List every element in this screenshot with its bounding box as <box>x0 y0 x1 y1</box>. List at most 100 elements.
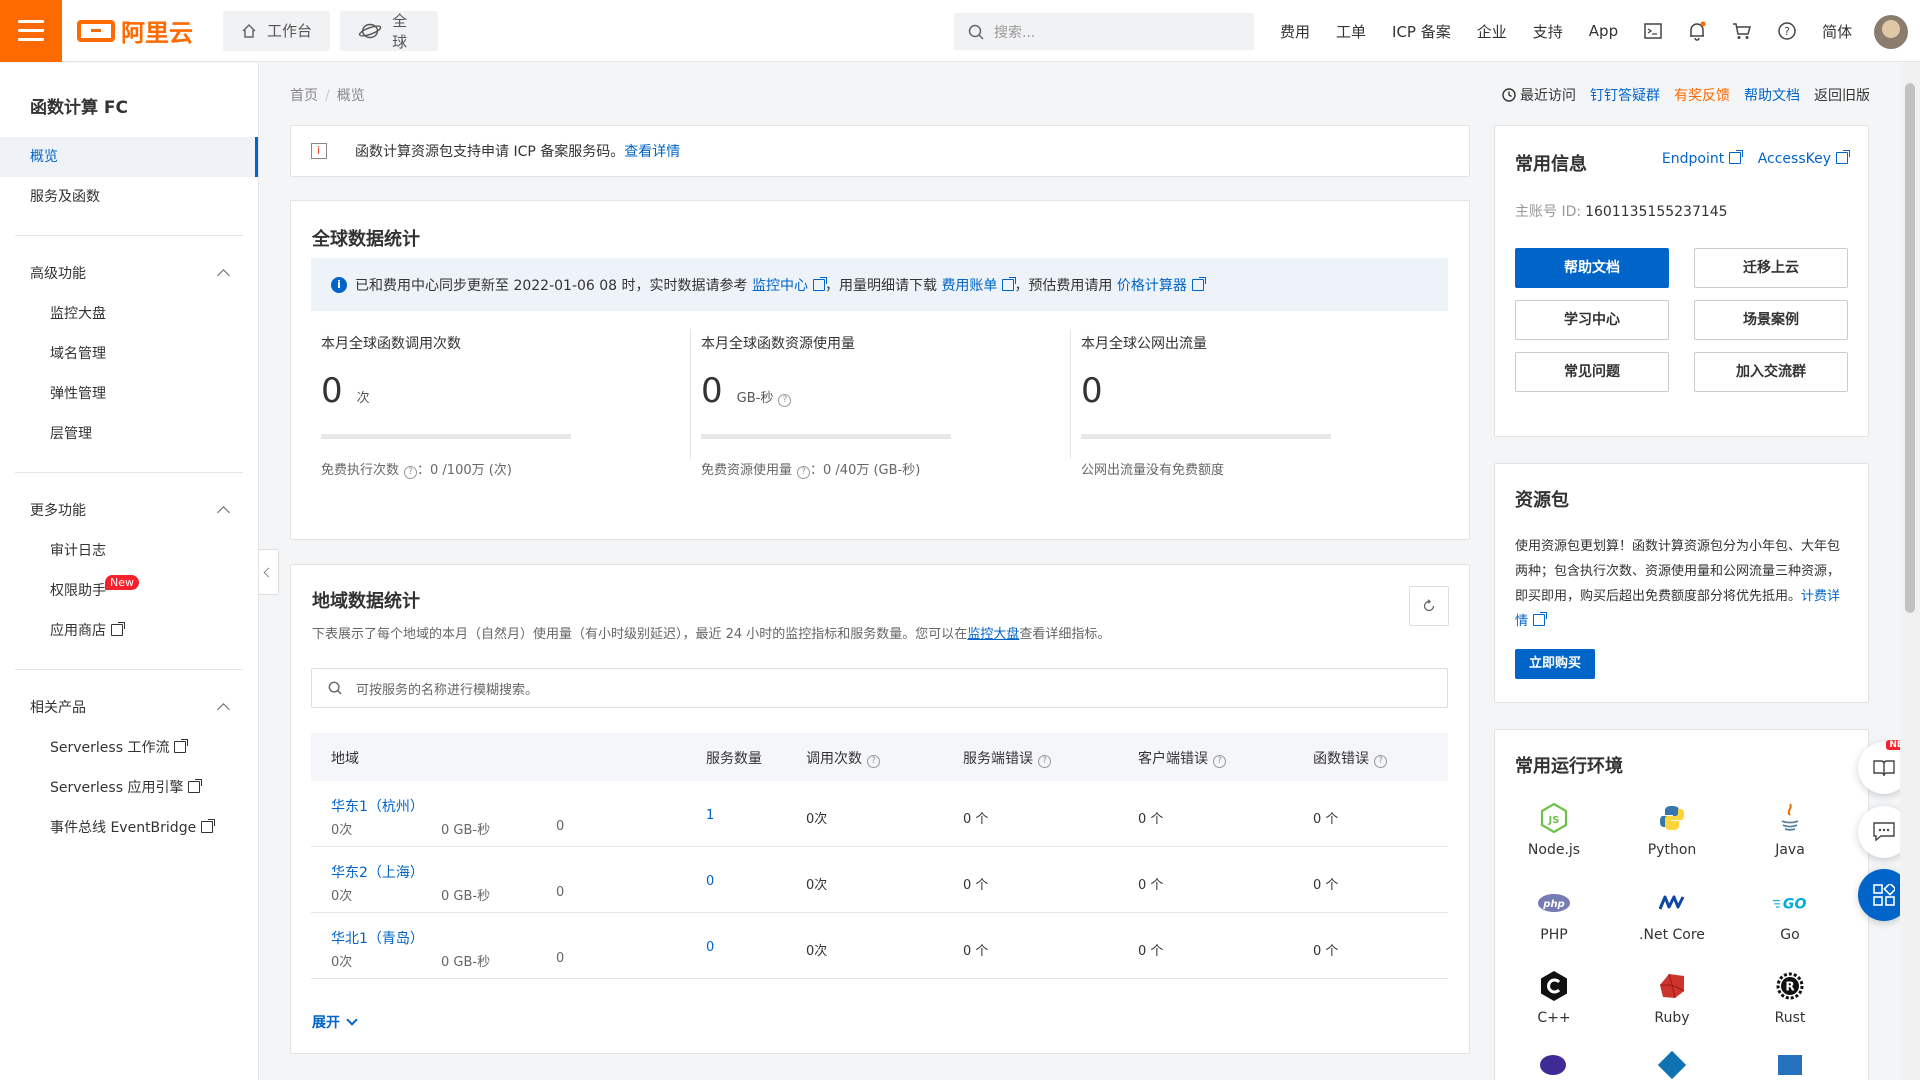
info-text: ，预估费用请用 <box>1014 277 1113 294</box>
scrollbar-thumb[interactable] <box>1905 83 1915 613</box>
workbench-button[interactable]: 工作台 <box>223 10 331 51</box>
collapse-sidebar-button[interactable] <box>259 549 279 595</box>
sidebar-item-appstore[interactable]: 应用商店 <box>0 611 258 651</box>
migrate-button[interactable]: 迁移上云 <box>1694 248 1848 288</box>
bell-icon[interactable] <box>1688 21 1706 41</box>
service-count-link[interactable]: 1 <box>706 808 714 823</box>
price-calculator-link[interactable]: 价格计算器 <box>1117 275 1187 295</box>
help-icon[interactable]: ? <box>1038 755 1051 768</box>
runtime-php[interactable]: php PHP <box>1495 885 1613 943</box>
nav-app[interactable]: App <box>1589 22 1618 40</box>
endpoint-link[interactable]: Endpoint <box>1662 150 1744 167</box>
sidebar-item-overview[interactable]: 概览 <box>0 137 258 177</box>
terminal-icon[interactable] <box>1644 23 1662 39</box>
billing-link[interactable]: 费用账单 <box>941 275 997 295</box>
service-count-link[interactable]: 0 <box>706 874 714 889</box>
scenario-cases-button[interactable]: 场景案例 <box>1694 300 1848 340</box>
recent-visits[interactable]: 最近访问 <box>1502 85 1576 105</box>
runtime-python[interactable]: Python <box>1613 800 1731 858</box>
buy-now-button[interactable]: 立即购买 <box>1515 649 1596 679</box>
sidebar-item-scaling[interactable]: 弹性管理 <box>0 374 258 414</box>
php-icon: php <box>1536 885 1572 921</box>
python-icon <box>1654 800 1690 836</box>
faq-button[interactable]: 常见问题 <box>1515 352 1669 392</box>
avatar[interactable] <box>1874 15 1908 49</box>
sidebar-item-services[interactable]: 服务及函数 <box>0 177 258 217</box>
cpp-icon <box>1536 968 1572 1004</box>
help-icon[interactable]: ? <box>1778 22 1796 40</box>
breadcrumb-home[interactable]: 首页 <box>290 88 318 104</box>
runtime-nodejs[interactable]: JS Node.js <box>1495 800 1613 858</box>
docs-link[interactable]: 帮助文档 <box>1744 85 1800 105</box>
info-icon: i <box>331 276 347 293</box>
help-icon[interactable]: ? <box>404 466 418 479</box>
sidebar-item-domain[interactable]: 域名管理 <box>0 334 258 374</box>
powershell-icon <box>1778 1055 1802 1075</box>
notice-details-link[interactable]: 查看详情 <box>624 141 680 161</box>
global-search[interactable]: 搜索... <box>954 13 1254 50</box>
sidebar-item-permission[interactable]: 权限助手 New <box>0 571 258 611</box>
runtime-rust[interactable]: R Rust <box>1731 968 1849 1026</box>
runtime-dotnet[interactable]: .Net Core <box>1613 885 1731 943</box>
nav-ticket[interactable]: 工单 <box>1336 21 1366 42</box>
sidebar-item-sae[interactable]: Serverless 应用引擎 <box>0 768 258 808</box>
region-link[interactable]: 华东2（上海） <box>331 862 424 882</box>
sidebar-group-more[interactable]: 更多功能 <box>0 491 258 531</box>
sidebar-item-monitor[interactable]: 监控大盘 <box>0 294 258 334</box>
sidebar-item-eventbridge[interactable]: 事件总线 EventBridge <box>0 808 258 848</box>
runtime-more-icon <box>1540 1055 1566 1075</box>
help-icon[interactable]: ? <box>1374 755 1387 768</box>
sidebar-group-advanced[interactable]: 高级功能 <box>0 254 258 294</box>
help-icon[interactable]: ? <box>867 755 880 768</box>
sidebar-item-workflow[interactable]: Serverless 工作流 <box>0 728 258 768</box>
monitor-center-link[interactable]: 监控中心 <box>752 275 808 295</box>
expand-label: 展开 <box>312 1015 340 1031</box>
java-icon <box>1772 800 1808 836</box>
stat-egress: 本月全球公网出流量 0 公网出流量没有免费额度 <box>1061 329 1441 499</box>
runtime-java[interactable]: Java <box>1731 800 1849 858</box>
help-docs-button[interactable]: 帮助文档 <box>1515 248 1669 288</box>
service-count-link[interactable]: 0 <box>706 940 714 955</box>
monitor-dashboard-link[interactable]: 监控大盘 <box>967 627 1019 642</box>
page-scrollbar[interactable] <box>1900 63 1920 1080</box>
old-version-link[interactable]: 返回旧版 <box>1814 85 1870 105</box>
join-group-button[interactable]: 加入交流群 <box>1694 352 1848 392</box>
cart-icon[interactable] <box>1732 22 1752 40</box>
new-badge: New <box>105 575 139 590</box>
region-link[interactable]: 华东1（杭州） <box>331 796 424 816</box>
refresh-button[interactable] <box>1409 586 1449 626</box>
runtime-label: Rust <box>1774 1010 1806 1026</box>
help-icon[interactable]: ? <box>778 394 792 407</box>
nav-enterprise[interactable]: 企业 <box>1477 21 1507 42</box>
dingding-link[interactable]: 钉钉答疑群 <box>1590 85 1660 105</box>
menu-button[interactable] <box>0 0 62 62</box>
runtime-cpp[interactable]: C++ <box>1495 968 1613 1026</box>
aliyun-logo[interactable]: 阿里云 <box>77 13 193 48</box>
service-search-input[interactable]: 可按服务的名称进行模糊搜索。 <box>311 668 1448 708</box>
expand-button[interactable]: 展开 <box>312 1012 358 1032</box>
external-link-icon <box>111 622 125 636</box>
group-label: 高级功能 <box>30 266 86 282</box>
help-icon[interactable]: ? <box>1213 755 1226 768</box>
sync-info-bar: i 已和费用中心同步更新至 2022-01-06 08 时，实时数据请参考 监控… <box>311 258 1448 311</box>
logo-text: 阿里云 <box>121 19 193 47</box>
region-link[interactable]: 华北1（青岛） <box>331 928 424 948</box>
package-text: 使用资源包更划算！函数计算资源包分为小年包、大年包两种；包含执行次数、资源使用量… <box>1515 539 1841 604</box>
learning-center-button[interactable]: 学习中心 <box>1515 300 1669 340</box>
help-icon[interactable]: ? <box>797 466 811 479</box>
region-selector[interactable]: 全球 <box>340 10 439 51</box>
nav-icp[interactable]: ICP 备案 <box>1392 21 1451 42</box>
accesskey-link[interactable]: AccessKey <box>1758 150 1850 167</box>
sidebar-item-layers[interactable]: 层管理 <box>0 414 258 454</box>
nav-billing[interactable]: 费用 <box>1280 21 1310 42</box>
language-switch[interactable]: 简体 <box>1822 21 1852 42</box>
nav-support[interactable]: 支持 <box>1533 21 1563 42</box>
runtime-ruby[interactable]: Ruby <box>1613 968 1731 1026</box>
sidebar-group-related[interactable]: 相关产品 <box>0 688 258 728</box>
runtime-go[interactable]: GO Go <box>1731 885 1849 943</box>
cell: 0 个 <box>1138 878 1164 893</box>
top-nav: 费用 工单 ICP 备案 企业 支持 App ? 简体 <box>1280 0 1852 62</box>
feedback-link[interactable]: 有奖反馈 <box>1674 85 1730 105</box>
cell: 0次 <box>806 878 828 893</box>
sidebar-item-audit[interactable]: 审计日志 <box>0 531 258 571</box>
